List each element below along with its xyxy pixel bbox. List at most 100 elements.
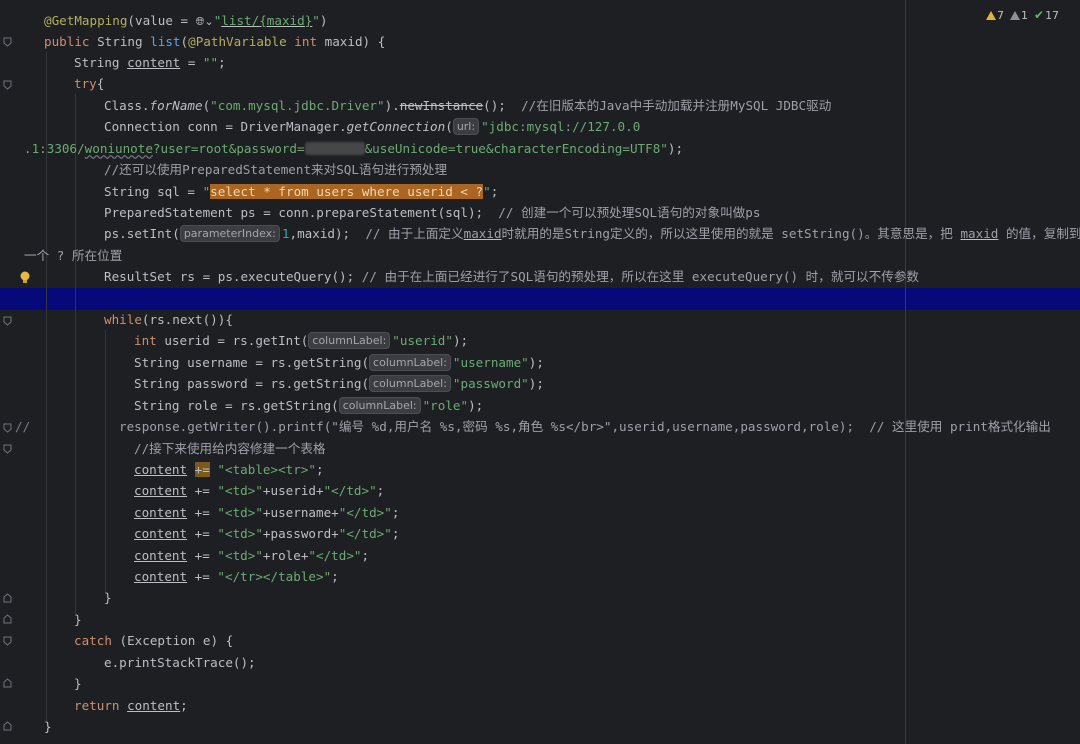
code-token: Connection conn = DriverManager.	[104, 119, 347, 134]
code-line[interactable]: int userid = rs.getInt(columnLabel: "user…	[134, 330, 468, 351]
weak-warnings-indicator[interactable]: 1	[1010, 9, 1028, 22]
fold-icon[interactable]	[3, 444, 12, 454]
keyword-token: return	[74, 698, 120, 713]
string-token: "</tr></table>"	[217, 569, 332, 584]
string-token: .1:3306/	[24, 141, 85, 156]
parameter-hint: columnLabel:	[308, 332, 391, 349]
comment-token: // 由于上面定义	[365, 226, 464, 241]
code-line[interactable]: Connection conn = DriverManager.getConne…	[104, 116, 640, 137]
code-line[interactable]: Class.forName("com.mysql.jdbc.Driver").n…	[104, 95, 831, 116]
comment-token: maxid	[463, 226, 502, 241]
fold-icon[interactable]	[3, 316, 12, 326]
parameter-hint: url:	[452, 118, 480, 135]
code-line[interactable]: content += "<table><tr>";	[134, 459, 324, 480]
code-line[interactable]: //还可以使用PreparedStatement来对SQL语句进行预处理	[104, 159, 447, 180]
code-token: String role = rs.getString(	[134, 398, 339, 413]
code-token: ResultSet rs = ps.executeQuery();	[104, 269, 362, 284]
string-token: list/	[221, 13, 260, 28]
string-token: ""	[202, 55, 219, 70]
code-line[interactable]: String content = "";	[74, 52, 226, 73]
parameter-hint: parameterIndex:	[179, 225, 280, 242]
code-line[interactable]: //接下来使用给内容修建一个表格	[134, 438, 325, 459]
code-editor[interactable]: 7 1 ✔ 17 @GetMapping(value = 🌐︎⌄"list/{m…	[0, 0, 1080, 744]
keyword-token: try	[74, 76, 97, 91]
code-line[interactable]: .1:3306/woniunote?user=root&password= &us…	[24, 138, 683, 159]
code-token: +password+	[262, 526, 339, 541]
string-token: "<td>"	[217, 526, 263, 541]
code-token: userid = rs.getInt(	[156, 333, 309, 348]
operator-token: +=	[194, 462, 210, 477]
comment-token: 的值，复制到第	[1005, 226, 1080, 241]
variable-token: content	[127, 698, 181, 713]
code-token: String password = rs.getString(	[134, 376, 370, 391]
comment-token: // 创建一个可以预处理SQL语句的对象叫做ps	[498, 205, 761, 220]
code-line[interactable]: content += "</tr></table>";	[134, 566, 339, 587]
code-token: String sql =	[104, 184, 203, 199]
code-token: );	[468, 398, 484, 413]
code-token: Class.	[104, 98, 150, 113]
code-line[interactable]: String sql = "select * from users where …	[104, 181, 498, 202]
code-line[interactable]: catch (Exception e) {	[74, 630, 233, 651]
code-line[interactable]: }	[74, 673, 82, 694]
fold-end-icon[interactable]	[3, 614, 12, 624]
fold-end-icon[interactable]	[3, 593, 12, 603]
code-line[interactable]: content += "<td>"+userid+"</td>";	[134, 480, 384, 501]
string-token: ?user=root&password=	[152, 141, 305, 156]
annotation-token: @GetMapping	[44, 13, 128, 28]
code-line[interactable]: PreparedStatement ps = conn.prepareState…	[104, 202, 760, 223]
code-token: ;	[490, 184, 499, 199]
code-line[interactable]: }	[44, 716, 52, 737]
string-token: "	[483, 184, 491, 199]
fold-icon[interactable]	[3, 37, 12, 47]
code-token: +role+	[262, 548, 309, 563]
line-comment-marker: //	[15, 419, 31, 434]
code-token: ;	[376, 483, 385, 498]
string-token: woniunote	[84, 141, 153, 156]
fold-end-icon[interactable]	[3, 721, 12, 731]
code-token: ,maxid);	[289, 226, 366, 241]
code-token: ;	[218, 55, 226, 70]
code-line[interactable]: String username = rs.getString(columnLab…	[134, 352, 544, 373]
fold-icon[interactable]	[3, 423, 12, 433]
keyword-token: public	[44, 34, 90, 49]
code-line[interactable]: public String list(@PathVariable int max…	[44, 31, 385, 52]
code-line[interactable]: while(rs.next()){	[104, 309, 233, 330]
code-line[interactable]: @GetMapping(value = 🌐︎⌄"list/{maxid}")	[44, 10, 327, 31]
code-line[interactable]: String role = rs.getString(columnLabel: "…	[134, 395, 483, 416]
code-line[interactable]: e.printStackTrace();	[104, 652, 256, 673]
globe-icon[interactable]: 🌐︎⌄	[196, 15, 214, 28]
code-token: String	[89, 34, 151, 49]
editor-gutter[interactable]	[0, 0, 22, 744]
keyword-token: while	[104, 312, 142, 327]
code-line[interactable]: try{	[74, 73, 104, 94]
string-token: "<td>"	[217, 483, 263, 498]
fold-icon[interactable]	[3, 636, 12, 646]
fold-end-icon[interactable]	[3, 678, 12, 688]
warnings-indicator[interactable]: 7	[986, 9, 1004, 22]
code-line[interactable]: response.getWriter().printf("编号 %d,用户名 %…	[119, 416, 1051, 437]
code-line[interactable]: String password = rs.getString(columnLab…	[134, 373, 544, 394]
inspection-status[interactable]: 7 1 ✔ 17	[986, 8, 1059, 22]
code-token: (	[445, 119, 453, 134]
string-token: "	[312, 13, 320, 28]
code-line[interactable]: ps.setInt(parameterIndex: 1,maxid); // 由于…	[104, 223, 1080, 244]
code-line[interactable]: }	[104, 587, 112, 608]
fold-icon[interactable]	[3, 80, 12, 90]
code-line[interactable]: ResultSet rs = ps.executeQuery(); // 由于在…	[104, 266, 919, 287]
code-line[interactable]: content += "<td>"+username+"</td>";	[134, 502, 399, 523]
code-line[interactable]: 一个 ? 所在位置	[24, 245, 122, 266]
lightbulb-icon[interactable]	[19, 270, 31, 284]
code-line[interactable]: }	[74, 609, 82, 630]
code-token: (rs.next()){	[141, 312, 233, 327]
code-token: +=	[187, 505, 218, 520]
warnings-count: 7	[997, 8, 1004, 22]
code-line[interactable]: return content;	[74, 695, 188, 716]
string-token: "</td>"	[308, 548, 362, 563]
code-token: );	[667, 141, 684, 156]
comment-token: 一个 ? 所在位置	[24, 248, 123, 263]
code-line[interactable]: content += "<td>"+password+"</td>";	[134, 523, 399, 544]
code-line[interactable]: content += "<td>"+role+"</td>";	[134, 545, 369, 566]
warning-icon	[986, 10, 996, 20]
typos-indicator[interactable]: ✔ 17	[1034, 8, 1059, 22]
code-token: ();	[483, 98, 522, 113]
